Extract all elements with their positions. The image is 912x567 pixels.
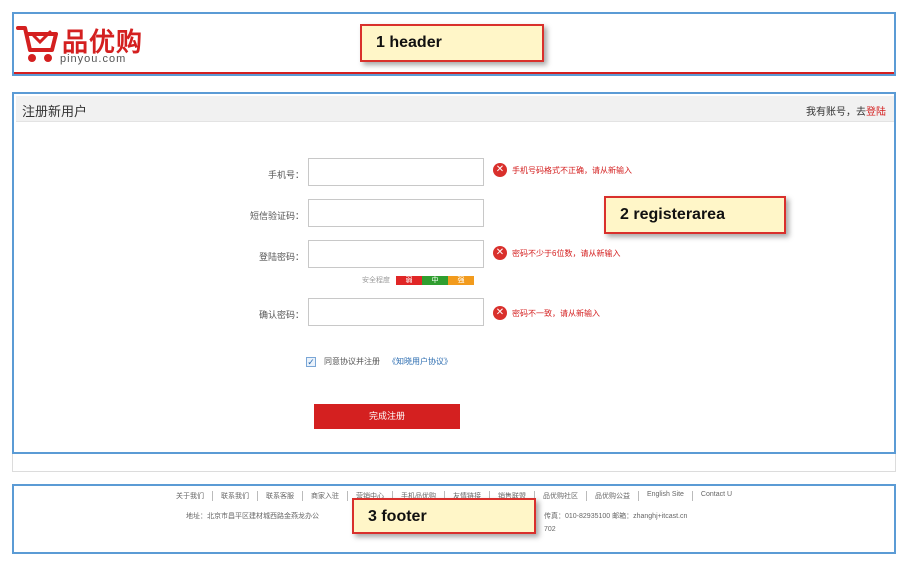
strength-label: 安全程度 <box>362 277 390 284</box>
footer-contact: 传真：010-82935100 邮箱：zhanghj+itcast.cn <box>544 513 688 520</box>
phone-error-text: 手机号码格式不正确，请从新输入 <box>512 165 632 175</box>
confirm-password-input[interactable] <box>308 298 484 326</box>
agreement-checkbox[interactable]: ✓ <box>306 356 316 367</box>
footer-link[interactable]: English Site <box>637 491 692 501</box>
sms-code-input[interactable] <box>308 199 484 227</box>
footer-link[interactable]: 品优购社区 <box>533 491 586 501</box>
header-callout: 1 header <box>360 24 544 62</box>
strength-strong: 强 <box>448 275 474 285</box>
login-link[interactable]: 登陆 <box>866 107 886 118</box>
login-hint: 我有账号，去登陆 <box>806 103 886 118</box>
strength-weak: 弱 <box>396 275 422 285</box>
section-divider <box>12 454 896 472</box>
error-x-icon: ✕ <box>493 306 507 320</box>
site-logo[interactable]: 品优购 pinyou.com <box>16 22 156 68</box>
error-x-icon: ✕ <box>493 246 507 260</box>
agreement-text: 同意协议并注册 <box>324 357 380 366</box>
phone-label: 手机号： <box>267 170 304 180</box>
password-label: 登陆密码： <box>258 252 304 262</box>
strength-medium: 中 <box>422 275 448 285</box>
password-error: ✕ 密码不少于6位数，请从新输入 <box>493 246 620 260</box>
register-titlebar: 注册新用户 我有账号，去登陆 <box>16 96 894 122</box>
register-callout: 2 registerarea <box>604 196 786 234</box>
confirm-password-error-text: 密码不一致，请从新输入 <box>512 308 600 318</box>
footer-link[interactable]: 品优购公益 <box>585 491 638 501</box>
password-input[interactable] <box>308 240 484 268</box>
header-divider <box>14 72 894 74</box>
shopping-cart-icon <box>16 26 58 62</box>
footer-icp: 702 <box>544 526 556 533</box>
footer-link[interactable]: Contact U <box>691 491 740 501</box>
confirm-password-error: ✕ 密码不一致，请从新输入 <box>493 306 600 320</box>
sms-code-label: 短信验证码： <box>249 211 304 221</box>
error-x-icon: ✕ <box>493 163 507 177</box>
agreement-link[interactable]: 《知晓用户协议》 <box>388 356 452 367</box>
footer-address: 地址：北京市昌平区建材城西路金燕龙办公 <box>186 513 319 520</box>
footer-callout: 3 footer <box>352 498 536 534</box>
submit-register-button[interactable]: 完成注册 <box>314 404 460 429</box>
phone-error: ✕ 手机号码格式不正确，请从新输入 <box>493 163 632 177</box>
phone-input[interactable] <box>308 158 484 186</box>
agreement-row: ✓ 同意协议并注册 《知晓用户协议》 <box>306 356 452 367</box>
password-strength: 安全程度 弱 中 强 <box>362 275 474 285</box>
register-title: 注册新用户 <box>22 104 88 119</box>
footer-link[interactable]: 联系我们 <box>211 491 257 501</box>
password-error-text: 密码不少于6位数，请从新输入 <box>512 248 621 258</box>
footer-link[interactable]: 商家入驻 <box>301 491 347 501</box>
login-prompt: 我有账号，去 <box>806 107 866 118</box>
footer-link[interactable]: 联系客服 <box>256 491 302 501</box>
confirm-password-label: 确认密码： <box>258 310 304 320</box>
footer-link[interactable]: 关于我们 <box>168 491 212 501</box>
brand-domain: pinyou.com <box>60 53 127 65</box>
register-area: 注册新用户 我有账号，去登陆 <box>12 92 896 454</box>
